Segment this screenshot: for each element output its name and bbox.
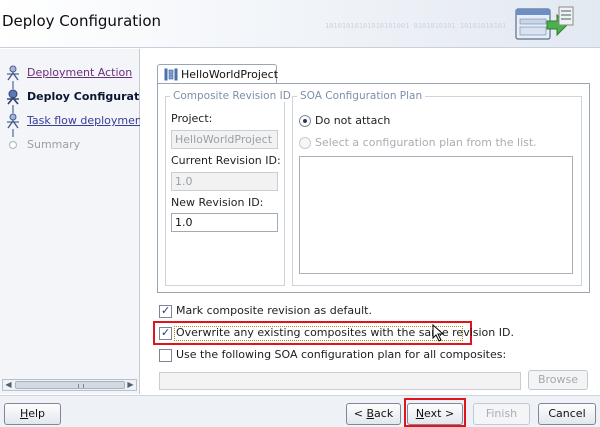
wizard-footer: Help < Back Next > Finish Cancel <box>0 395 600 427</box>
button-text: ack <box>374 407 394 420</box>
mnemonic: N <box>415 407 425 420</box>
button-text: elp <box>28 407 46 420</box>
new-revision-input[interactable]: 1.0 <box>171 213 278 232</box>
scroll-left-icon[interactable]: ◀ <box>3 380 14 390</box>
step-link-icon <box>7 113 19 129</box>
mouse-pointer-icon <box>432 324 444 342</box>
step-done-icon <box>7 65 19 81</box>
tab-label: HelloWorldProject <box>181 68 279 81</box>
next-button[interactable]: Next > <box>407 403 463 425</box>
back-button[interactable]: < Back <box>346 403 401 425</box>
nav-item-deployment-action[interactable]: Deployment Action <box>0 63 140 83</box>
mnemonic: H <box>19 407 29 420</box>
deploy-wizard-icon <box>515 6 574 40</box>
project-field: HelloWorldProject <box>171 130 278 149</box>
nav-label: Deployment Action <box>27 66 133 79</box>
step-current-icon <box>7 89 19 105</box>
page-title: Deploy Configuration <box>2 12 162 30</box>
nav-item-task-flow-deployment[interactable]: Task flow deployment <box>0 111 140 131</box>
composite-project-icon <box>164 68 178 81</box>
select-plan-radio <box>299 137 311 149</box>
scrollbar-thumb[interactable] <box>15 381 125 389</box>
mark-default-label[interactable]: Mark composite revision as default. <box>176 304 372 317</box>
project-label: Project: <box>171 112 213 125</box>
do-not-attach-radio[interactable] <box>299 115 311 127</box>
nav-item-summary: Summary <box>0 135 140 155</box>
header-decoration: 10101010101010101001 0101010101 10101010… <box>325 22 505 30</box>
help-button[interactable]: Help <box>4 403 61 425</box>
grip-icon <box>78 384 84 388</box>
nav-horizontal-scrollbar[interactable]: ◀ ▶ <box>2 379 137 391</box>
button-text: ext > <box>424 407 455 420</box>
step-pending-icon <box>8 140 18 150</box>
scroll-right-icon[interactable]: ▶ <box>125 380 136 390</box>
do-not-attach-label[interactable]: Do not attach <box>315 114 390 127</box>
new-revision-label: New Revision ID: <box>171 196 264 209</box>
wizard-header: Deploy Configuration 1010101010101010100… <box>0 0 600 48</box>
nav-label: Deploy Configuration <box>27 90 140 103</box>
browse-button: Browse <box>528 370 588 390</box>
nav-item-deploy-configuration[interactable]: Deploy Configuration <box>0 87 140 107</box>
cancel-button[interactable]: Cancel <box>538 403 596 425</box>
group-title: Composite Revision ID <box>170 90 294 102</box>
overwrite-checkbox[interactable] <box>159 326 172 340</box>
use-plan-label[interactable]: Use the following SOA configuration plan… <box>176 348 506 361</box>
select-plan-label: Select a configuration plan from the lis… <box>315 136 537 149</box>
current-revision-label: Current Revision ID: <box>171 154 281 167</box>
mnemonic: B <box>366 407 375 420</box>
finish-button: Finish <box>473 403 530 425</box>
nav-label: Task flow deployment <box>27 114 140 127</box>
group-title: SOA Configuration Plan <box>297 90 426 102</box>
tab-helloworldproject[interactable]: HelloWorldProject <box>157 64 279 84</box>
mark-default-checkbox[interactable] <box>159 304 172 318</box>
button-text: < <box>353 407 367 420</box>
use-plan-checkbox[interactable] <box>159 349 172 362</box>
plan-path-field <box>159 372 521 390</box>
wizard-steps-nav: Deployment Action Deploy Configuration T… <box>0 49 140 394</box>
configuration-plan-list <box>299 156 573 274</box>
nav-label: Summary <box>27 138 81 151</box>
current-revision-field: 1.0 <box>171 172 278 191</box>
overwrite-label[interactable]: Overwrite any existing composites with t… <box>176 326 514 339</box>
